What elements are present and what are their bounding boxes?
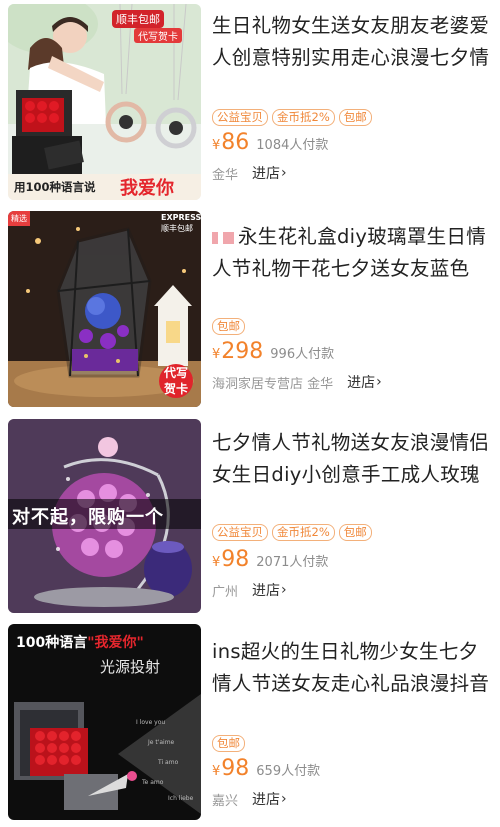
enter-shop-label: 进店 (347, 375, 376, 391)
price-row: ¥ 98 2071人付款 (212, 547, 328, 572)
price-row: ¥ 98 659人付款 (212, 756, 320, 781)
chevron-right-icon: › (281, 791, 287, 807)
product-image[interactable]: I love you Je t'aime Ti amo Te amo Ich l… (8, 624, 201, 820)
svg-text:Ti amo: Ti amo (157, 759, 179, 766)
currency-symbol: ¥ (212, 555, 221, 570)
enter-shop-link[interactable]: 进店 › (347, 372, 382, 392)
currency-symbol: ¥ (212, 138, 221, 153)
product-title[interactable]: 七夕情人节礼物送女友浪漫情侣女生日diy小创意手工成人玫瑰 (212, 427, 490, 491)
tag-charity: 公益宝贝 (212, 524, 268, 541)
shop-location: 广州 (212, 584, 239, 600)
shop-row: 海洞家居专营店 金华 进店 › (212, 372, 382, 392)
tag-coin-discount: 金币抵2% (272, 524, 335, 541)
enter-shop-label: 进店 (252, 583, 281, 599)
chevron-right-icon: › (281, 165, 287, 181)
currency-symbol: ¥ (212, 347, 221, 362)
shop-location: 嘉兴 (212, 793, 239, 809)
tag-list: 公益宝贝 金币抵2% 包邮 (212, 524, 372, 541)
sales-count: 659人付款 (256, 764, 321, 779)
sales-count: 996人付款 (270, 347, 335, 362)
enter-shop-label: 进店 (252, 166, 281, 182)
card-label-1: 代写 (164, 366, 189, 380)
product-image[interactable]: 顺丰包邮 代写贺卡 用100种语言说 我爱你 (8, 4, 201, 200)
card-label-2: 贺卡 (164, 382, 189, 396)
price: 98 (221, 547, 250, 572)
product-list: 顺丰包邮 代写贺卡 用100种语言说 我爱你 生日礼物女生送女友朋友老婆爱人创意… (0, 0, 500, 827)
promo-text: 100种语言 (16, 635, 88, 651)
tag-free-shipping: 包邮 (212, 318, 245, 335)
promo-line-2: 光源投射 (100, 658, 161, 676)
tag-list: 包邮 (212, 735, 245, 752)
currency-symbol: ¥ (212, 764, 221, 779)
tag-free-shipping: 包邮 (338, 524, 372, 541)
price: 298 (221, 339, 264, 364)
product-image[interactable]: 对不起，限购一个 (8, 419, 201, 613)
svg-text:Je t'aime: Je t'aime (147, 739, 175, 746)
card-label: 代写贺卡 (134, 28, 182, 43)
promo-line-1: 100种语言"我爱你" (16, 632, 144, 652)
slogan-highlight: 我爱你 (120, 178, 174, 199)
tag-free-shipping: 包邮 (338, 109, 372, 126)
tag-charity: 公益宝贝 (212, 109, 268, 126)
slogan-text: 用100种语言说 (14, 180, 96, 194)
price: 98 (221, 756, 250, 781)
product-title[interactable]: 永生花礼盒diy玻璃罩生日情人节礼物干花七夕送女友蓝色 (212, 221, 490, 285)
projection-necklace-photo: I love you Je t'aime Ti amo Te amo Ich l… (8, 624, 201, 820)
product-item[interactable]: 精选 EXPRESS 顺丰包邮 代写 贺卡 永生花礼盒diy玻璃罩生日情人节礼物… (0, 205, 500, 413)
tag-coin-discount: 金币抵2% (272, 109, 335, 126)
enter-shop-link[interactable]: 进店 › (252, 580, 287, 600)
tag-list: 公益宝贝 金币抵2% 包邮 (212, 109, 372, 126)
product-title-text: 永生花礼盒diy玻璃罩生日情人节礼物干花七夕送女友蓝色 (212, 225, 487, 280)
promo-highlight: "我爱你" (87, 635, 144, 651)
product-title[interactable]: 生日礼物女生送女友朋友老婆爱人创意特别实用走心浪漫七夕情 (212, 10, 490, 74)
svg-text:Te amo: Te amo (141, 779, 164, 786)
shipping-label: 顺丰包邮 (161, 224, 193, 233)
chevron-right-icon: › (376, 374, 382, 390)
chevron-right-icon: › (281, 582, 287, 598)
corner-badge: 精选 (8, 211, 30, 226)
price: 86 (221, 130, 250, 155)
sales-count: 2071人付款 (256, 555, 329, 570)
product-item[interactable]: 顺丰包邮 代写贺卡 用100种语言说 我爱你 生日礼物女生送女友朋友老婆爱人创意… (0, 0, 500, 205)
price-row: ¥ 86 1084人付款 (212, 130, 328, 155)
product-title[interactable]: ins超火的生日礼物少女生七夕情人节送女友走心礼品浪漫抖音 (212, 636, 490, 700)
enter-shop-link[interactable]: 进店 › (252, 163, 287, 183)
enter-shop-link[interactable]: 进店 › (252, 789, 287, 809)
shop-logo-icon (212, 231, 234, 244)
svg-text:I love you: I love you (136, 719, 165, 726)
sales-count: 1084人付款 (256, 138, 329, 153)
shop-name: 海洞家居专营店 金华 (212, 376, 334, 392)
express-label: EXPRESS (161, 213, 201, 222)
price-row: ¥ 298 996人付款 (212, 339, 334, 364)
tag-list: 包邮 (212, 318, 245, 335)
tag-free-shipping: 包邮 (212, 735, 245, 752)
product-item[interactable]: I love you Je t'aime Ti amo Te amo Ich l… (0, 618, 500, 827)
shop-location: 金华 (212, 167, 239, 183)
shop-row: 嘉兴 进店 › (212, 789, 287, 809)
svg-text:Ich liebe: Ich liebe (168, 795, 194, 802)
shipping-label: 顺丰包邮 (112, 10, 164, 28)
shop-row: 广州 进店 › (212, 580, 287, 600)
product-image[interactable]: 精选 EXPRESS 顺丰包邮 代写 贺卡 (8, 211, 201, 407)
product-item[interactable]: 对不起，限购一个 七夕情人节礼物送女友浪漫情侣女生日diy小创意手工成人玫瑰 公… (0, 413, 500, 618)
shop-row: 金华 进店 › (212, 163, 287, 183)
enter-shop-label: 进店 (252, 792, 281, 808)
limit-banner: 对不起，限购一个 (12, 507, 164, 528)
